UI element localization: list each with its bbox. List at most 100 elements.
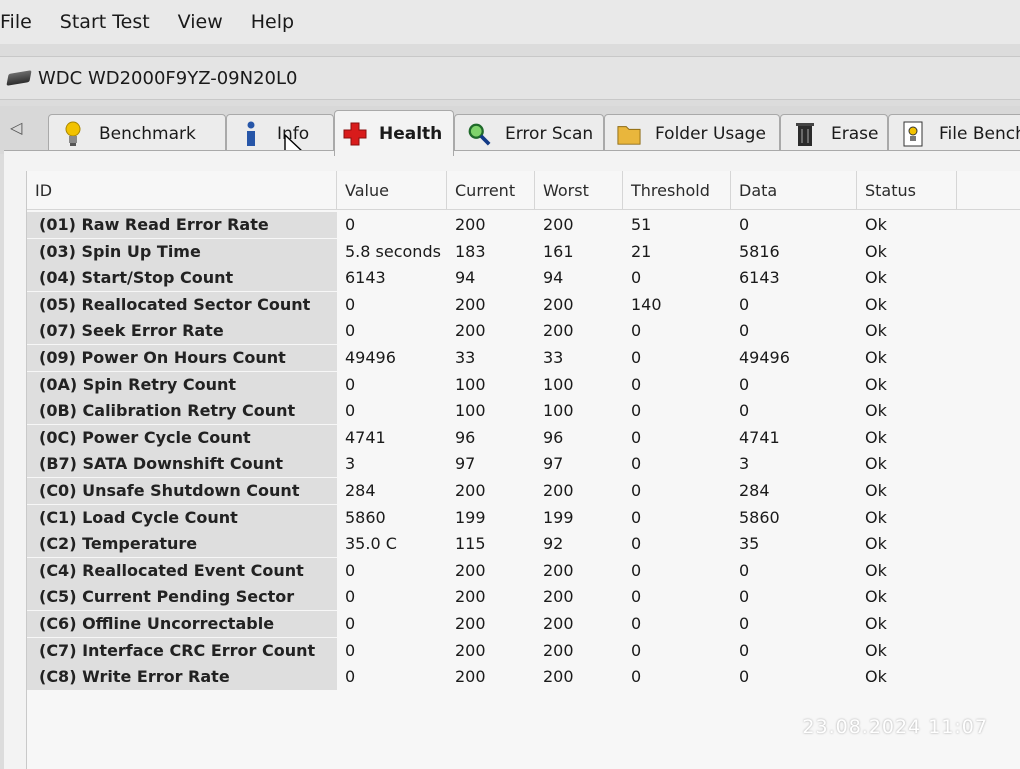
drive-name: WDC WD2000F9YZ-09N20L0 bbox=[38, 67, 298, 89]
worst-cell: 200 bbox=[543, 294, 574, 314]
data-cell: 3 bbox=[739, 454, 750, 474]
table-row[interactable]: (C1) Load Cycle Count 5860 199 199 0 5860 Ok bbox=[27, 504, 1020, 532]
data-cell: 0 bbox=[739, 215, 750, 234]
threshold-cell: 140 bbox=[631, 294, 662, 314]
threshold-cell: 0 bbox=[631, 613, 642, 633]
worst-cell: 92 bbox=[543, 534, 564, 554]
data-cell: 6143 bbox=[739, 268, 780, 288]
table-row[interactable]: (0B) Calibration Retry Count 0 100 100 0 0 Ok bbox=[27, 398, 1020, 425]
attribute-id-cell: (07) Seek Error Rate bbox=[27, 318, 337, 345]
table-row[interactable]: (C5) Current Pending Sector 0 200 200 0 0 Ok bbox=[27, 584, 1020, 611]
value-cell: 284 bbox=[345, 480, 376, 500]
table-row[interactable]: (04) Start/Stop Count 6143 94 94 0 6143 Ok bbox=[27, 265, 1020, 292]
column-header-value[interactable]: Value bbox=[337, 171, 447, 209]
menu-help[interactable]: Help bbox=[237, 11, 308, 33]
attribute-id-cell: (0C) Power Cycle Count bbox=[27, 424, 337, 451]
table-row[interactable]: (B7) SATA Downshift Count 3 97 97 0 3 Ok bbox=[27, 451, 1020, 478]
threshold-cell: 0 bbox=[631, 560, 642, 580]
table-row[interactable]: (C2) Temperature 35.0 C 115 92 0 35 Ok bbox=[27, 531, 1020, 558]
table-row[interactable]: (C6) Offline Uncorrectable 0 200 200 0 0 Ok bbox=[27, 610, 1020, 638]
table-row[interactable]: (C4) Reallocated Event Count 0 200 200 0 0 Ok bbox=[27, 557, 1020, 585]
attribute-id-cell: (C1) Load Cycle Count bbox=[27, 504, 337, 531]
tab-benchmark[interactable]: Benchmark bbox=[48, 114, 226, 152]
value-cell: 0 bbox=[345, 215, 356, 234]
current-cell: 199 bbox=[455, 507, 486, 527]
threshold-cell: 0 bbox=[631, 640, 642, 660]
column-header-id[interactable]: ID bbox=[27, 171, 337, 209]
tab-scroll-left-icon[interactable]: ◁ bbox=[10, 118, 22, 137]
column-header-worst[interactable]: Worst bbox=[535, 171, 623, 209]
menu-file[interactable]: File bbox=[0, 11, 46, 33]
value-cell: 5.8 seconds bbox=[345, 241, 441, 261]
status-cell: Ok bbox=[865, 560, 887, 580]
column-header-current[interactable]: Current bbox=[447, 171, 535, 209]
threshold-cell: 0 bbox=[631, 268, 642, 288]
worst-cell: 100 bbox=[543, 374, 574, 394]
data-cell: 5816 bbox=[739, 241, 780, 261]
worst-cell: 100 bbox=[543, 401, 574, 421]
value-cell: 0 bbox=[345, 587, 356, 607]
value-cell: 5860 bbox=[345, 507, 386, 527]
tab-erase[interactable]: Erase bbox=[780, 114, 888, 152]
threshold-cell: 0 bbox=[631, 427, 642, 447]
value-cell: 0 bbox=[345, 613, 356, 633]
tab-info[interactable]: Info bbox=[226, 114, 334, 152]
table-body: (01) Raw Read Error Rate 0 200 200 51 0 Ok (03)… bbox=[27, 212, 1020, 691]
attribute-id-cell: (C0) Unsafe Shutdown Count bbox=[27, 477, 337, 504]
threshold-cell: 0 bbox=[631, 347, 642, 367]
table-row[interactable]: (07) Seek Error Rate 0 200 200 0 0 Ok bbox=[27, 318, 1020, 345]
drive-selector[interactable]: WDC WD2000F9YZ-09N20L0 bbox=[0, 56, 1020, 100]
worst-cell: 200 bbox=[543, 215, 574, 234]
current-cell: 33 bbox=[455, 347, 476, 367]
column-header-status[interactable]: Status bbox=[857, 171, 957, 209]
worst-cell: 33 bbox=[543, 347, 564, 367]
table-row[interactable]: (0C) Power Cycle Count 4741 96 96 0 4741 Ok bbox=[27, 424, 1020, 452]
worst-cell: 96 bbox=[543, 427, 564, 447]
current-cell: 96 bbox=[455, 427, 476, 447]
magnifier-icon bbox=[467, 122, 491, 146]
worst-cell: 200 bbox=[543, 480, 574, 500]
current-cell: 200 bbox=[455, 667, 486, 687]
status-cell: Ok bbox=[865, 374, 887, 394]
tab-health[interactable]: Health bbox=[334, 110, 454, 156]
table-row[interactable]: (0A) Spin Retry Count 0 100 100 0 0 Ok bbox=[27, 371, 1020, 399]
worst-cell: 200 bbox=[543, 613, 574, 633]
tab-error-scan[interactable]: Error Scan bbox=[454, 114, 604, 152]
status-cell: Ok bbox=[865, 534, 887, 554]
table-row[interactable]: (C0) Unsafe Shutdown Count 284 200 200 0 284 O… bbox=[27, 477, 1020, 505]
column-header-data[interactable]: Data bbox=[731, 171, 857, 209]
value-cell: 3 bbox=[345, 454, 356, 474]
table-header: ID Value Current Worst Threshold Data St… bbox=[27, 171, 1020, 210]
menu-start-test[interactable]: Start Test bbox=[46, 11, 164, 33]
menu-bar: File Start Test View Help bbox=[0, 0, 1020, 44]
status-cell: Ok bbox=[865, 454, 887, 474]
attribute-id-cell: (C8) Write Error Rate bbox=[27, 664, 337, 691]
table-row[interactable]: (C7) Interface CRC Error Count 0 200 200 0 0 O… bbox=[27, 637, 1020, 665]
table-row[interactable]: (C8) Write Error Rate 0 200 200 0 0 Ok bbox=[27, 664, 1020, 691]
red-cross-icon bbox=[343, 122, 367, 146]
value-cell: 0 bbox=[345, 321, 356, 341]
threshold-cell: 0 bbox=[631, 534, 642, 554]
table-row[interactable]: (01) Raw Read Error Rate 0 200 200 51 0 Ok bbox=[27, 212, 1020, 239]
attribute-id-cell: (03) Spin Up Time bbox=[27, 238, 337, 265]
status-cell: Ok bbox=[865, 321, 887, 341]
attribute-id-cell: (04) Start/Stop Count bbox=[27, 265, 337, 292]
value-cell: 0 bbox=[345, 640, 356, 660]
attribute-id-cell: (B7) SATA Downshift Count bbox=[27, 451, 337, 478]
value-cell: 0 bbox=[345, 374, 356, 394]
tab-folder-usage[interactable]: Folder Usage bbox=[604, 114, 780, 152]
menu-view[interactable]: View bbox=[164, 11, 237, 33]
table-row[interactable]: (09) Power On Hours Count 49496 33 33 0 49496… bbox=[27, 344, 1020, 372]
data-cell: 4741 bbox=[739, 427, 780, 447]
status-cell: Ok bbox=[865, 587, 887, 607]
status-cell: Ok bbox=[865, 480, 887, 500]
table-row[interactable]: (05) Reallocated Sector Count 0 200 200 140 0… bbox=[27, 291, 1020, 319]
threshold-cell: 21 bbox=[631, 241, 652, 261]
table-row[interactable]: (03) Spin Up Time 5.8 seconds 183 161 21 5816… bbox=[27, 238, 1020, 266]
tab-file-benchmark[interactable]: File Bench bbox=[888, 114, 1020, 152]
data-cell: 0 bbox=[739, 401, 750, 421]
photo-timestamp: 23.08.2024 11:07 bbox=[802, 716, 988, 738]
status-cell: Ok bbox=[865, 215, 887, 234]
column-header-threshold[interactable]: Threshold bbox=[623, 171, 731, 209]
data-cell: 35 bbox=[739, 534, 760, 554]
